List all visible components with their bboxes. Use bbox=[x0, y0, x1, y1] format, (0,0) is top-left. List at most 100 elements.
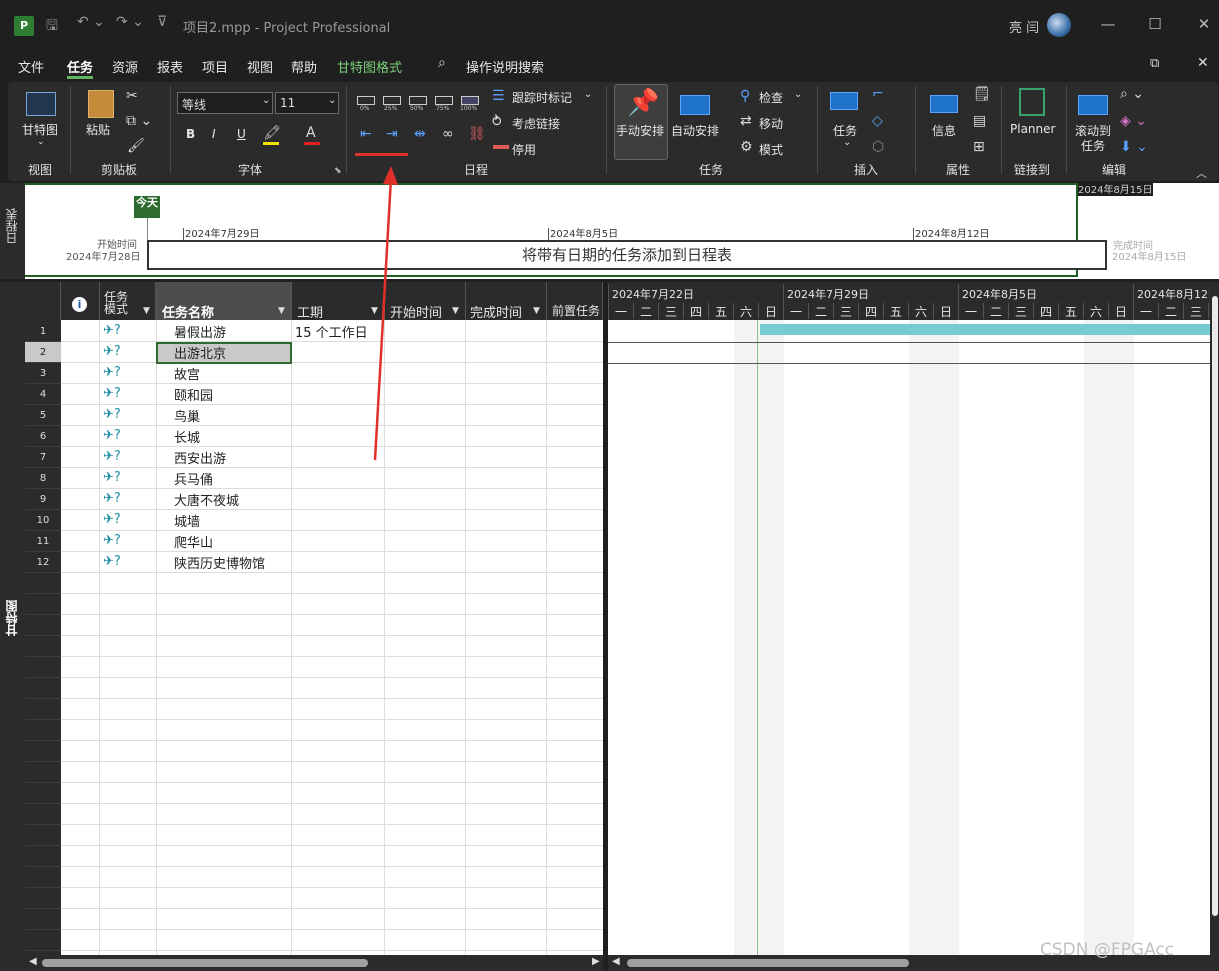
duration-cell[interactable]: 15 个工作日 bbox=[295, 322, 368, 341]
row-number[interactable] bbox=[25, 699, 61, 720]
table-hscroll-thumb[interactable] bbox=[42, 959, 368, 967]
filter-arrow-icon[interactable]: ▼ bbox=[452, 306, 459, 316]
timeline-bar[interactable]: 将带有日期的任务添加到日程表 bbox=[147, 240, 1107, 270]
table-row[interactable] bbox=[61, 363, 603, 384]
row-number[interactable] bbox=[25, 930, 61, 951]
chevron-down-icon[interactable]: ⌄ bbox=[584, 89, 592, 100]
task-name-cell[interactable]: 长城 bbox=[174, 427, 200, 446]
highlight-color-icon[interactable]: 🖍 bbox=[263, 125, 281, 141]
menu-help[interactable]: 帮助 bbox=[291, 57, 317, 76]
task-name-cell[interactable]: 大唐不夜城 bbox=[174, 490, 239, 509]
link-tasks-icon[interactable]: ∞ bbox=[442, 126, 454, 142]
chart-hscroll-thumb[interactable] bbox=[627, 959, 909, 967]
paste-button[interactable]: 粘贴 bbox=[86, 121, 110, 138]
task-name-cell[interactable]: 颐和园 bbox=[174, 385, 213, 404]
undo-icon[interactable]: ↶ ⌄ bbox=[77, 14, 105, 30]
chevron-down-icon[interactable]: ⌄ bbox=[794, 89, 802, 100]
table-row[interactable] bbox=[61, 489, 603, 510]
filter-arrow-icon[interactable]: ▼ bbox=[533, 306, 540, 316]
task-name-cell[interactable]: 兵马俑 bbox=[174, 469, 213, 488]
table-row[interactable] bbox=[61, 804, 603, 825]
table-row[interactable] bbox=[61, 741, 603, 762]
summary-icon[interactable]: ⌐ bbox=[872, 86, 884, 102]
task-name-cell[interactable]: 鸟巢 bbox=[174, 406, 200, 425]
menu-resource[interactable]: 资源 bbox=[112, 57, 138, 76]
row-number[interactable]: 12 bbox=[25, 552, 61, 573]
underline-button[interactable]: U bbox=[237, 127, 246, 141]
task-name-cell[interactable]: 陕西历史博物馆 bbox=[174, 553, 265, 572]
row-number[interactable]: 1 bbox=[25, 321, 61, 342]
outdent-icon[interactable]: ⇤ bbox=[360, 126, 372, 142]
notes-icon[interactable]: 🗒 bbox=[973, 86, 991, 102]
row-number[interactable] bbox=[25, 720, 61, 741]
indent-icon[interactable]: ⇥ bbox=[386, 126, 398, 142]
task-name-cell[interactable]: 西安出游 bbox=[174, 448, 226, 467]
row-number[interactable] bbox=[25, 573, 61, 594]
task-bar-summer-trip[interactable] bbox=[760, 324, 1210, 335]
font-color-icon[interactable]: A bbox=[306, 125, 316, 141]
task-name-cell[interactable]: 故宫 bbox=[174, 364, 200, 383]
scroll-left-arrow-icon[interactable]: ◀ bbox=[29, 956, 37, 967]
scroll-right-arrow-icon[interactable]: ▶ bbox=[592, 956, 600, 967]
row-number[interactable] bbox=[25, 594, 61, 615]
percent-50-icon[interactable] bbox=[409, 96, 427, 105]
row-number[interactable] bbox=[25, 846, 61, 867]
minimize-icon[interactable]: — bbox=[1096, 12, 1120, 36]
row-number[interactable] bbox=[25, 825, 61, 846]
table-row[interactable] bbox=[61, 783, 603, 804]
copy-icon[interactable]: ⧉ ⌄ bbox=[126, 113, 152, 129]
clear-icon[interactable]: ◈ ⌄ bbox=[1120, 113, 1147, 129]
menu-project[interactable]: 项目 bbox=[202, 57, 228, 76]
table-row[interactable] bbox=[61, 888, 603, 909]
milestone-icon[interactable]: ◇ bbox=[872, 113, 883, 129]
inspect-button[interactable]: 检查 bbox=[759, 89, 783, 106]
menu-task[interactable]: 任务 bbox=[67, 57, 93, 76]
table-row[interactable] bbox=[61, 615, 603, 636]
information-button[interactable]: 信息 bbox=[932, 122, 956, 139]
percent-25-icon[interactable] bbox=[383, 96, 401, 105]
close-icon[interactable]: ✕ bbox=[1192, 12, 1216, 36]
row-number[interactable] bbox=[25, 657, 61, 678]
table-row[interactable] bbox=[61, 552, 603, 573]
row-number[interactable] bbox=[25, 762, 61, 783]
row-number[interactable]: 10 bbox=[25, 510, 61, 531]
filter-arrow-icon[interactable]: ▼ bbox=[278, 306, 285, 316]
save-icon[interactable]: 🖫 bbox=[46, 15, 58, 39]
filter-arrow-icon[interactable]: ▼ bbox=[143, 306, 150, 316]
unlink-tasks-icon[interactable]: ⛓ bbox=[468, 126, 486, 142]
row-number[interactable] bbox=[25, 741, 61, 762]
menu-report[interactable]: 报表 bbox=[157, 57, 183, 76]
chevron-down-icon[interactable]: ⌄ bbox=[843, 137, 851, 148]
table-row[interactable] bbox=[61, 846, 603, 867]
task-name-cell[interactable]: 城墙 bbox=[174, 511, 200, 530]
table-row[interactable] bbox=[61, 636, 603, 657]
table-row[interactable] bbox=[61, 384, 603, 405]
fill-icon[interactable]: ⬇ ⌄ bbox=[1120, 139, 1148, 155]
row-number[interactable] bbox=[25, 678, 61, 699]
details-icon[interactable]: ▤ bbox=[973, 113, 986, 129]
table-row[interactable] bbox=[61, 720, 603, 741]
move-button[interactable]: 移动 bbox=[759, 115, 783, 132]
row-number[interactable] bbox=[25, 636, 61, 657]
respect-links-button[interactable]: 考虑链接 bbox=[512, 115, 560, 132]
row-number[interactable]: 7 bbox=[25, 447, 61, 468]
row-number[interactable] bbox=[25, 804, 61, 825]
restore-ribbon-icon[interactable]: ⧉ bbox=[1150, 56, 1159, 71]
user-name[interactable]: 亮 闫 bbox=[1009, 17, 1039, 36]
table-row[interactable] bbox=[61, 426, 603, 447]
row-number[interactable] bbox=[25, 888, 61, 909]
row-number[interactable]: 3 bbox=[25, 363, 61, 384]
row-number[interactable] bbox=[25, 867, 61, 888]
menu-file[interactable]: 文件 bbox=[18, 57, 44, 76]
table-row[interactable] bbox=[61, 699, 603, 720]
table-row[interactable] bbox=[61, 531, 603, 552]
table-row[interactable] bbox=[61, 594, 603, 615]
row-number[interactable]: 11 bbox=[25, 531, 61, 552]
table-row[interactable] bbox=[61, 930, 603, 951]
chevron-down-icon[interactable]: ⌄ bbox=[262, 95, 270, 106]
gantt-chart-button[interactable]: 甘特图 bbox=[22, 121, 58, 138]
table-row[interactable] bbox=[61, 762, 603, 783]
row-number[interactable]: 2 bbox=[25, 342, 61, 363]
search-label[interactable]: 操作说明搜索 bbox=[466, 57, 544, 76]
task-name-cell[interactable]: 暑假出游 bbox=[174, 322, 226, 341]
